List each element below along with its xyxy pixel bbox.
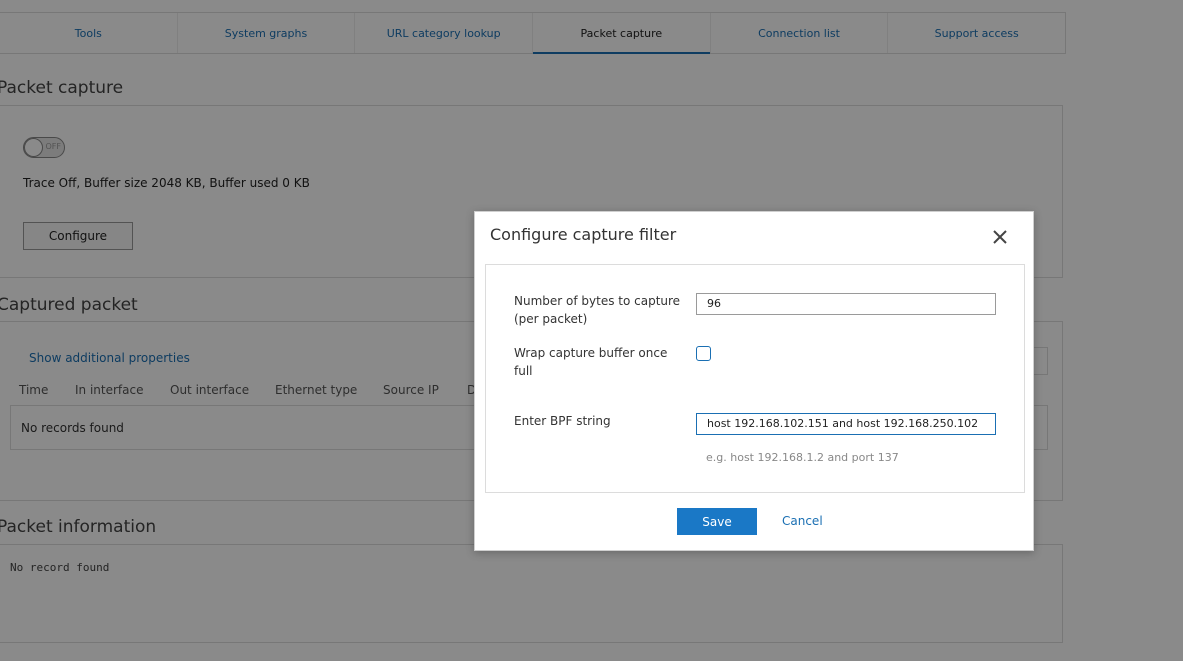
dialog-title: Configure capture filter bbox=[490, 225, 677, 244]
bytes-label-line2: (per packet) bbox=[514, 312, 588, 326]
bpf-input[interactable]: host 192.168.102.151 and host 192.168.25… bbox=[696, 413, 996, 435]
wrap-label-line1: Wrap capture buffer once bbox=[514, 346, 668, 360]
bytes-label-line1: Number of bytes to capture bbox=[514, 294, 681, 308]
bpf-label: Enter BPF string bbox=[514, 414, 611, 428]
wrap-label: Wrap capture buffer once full bbox=[514, 344, 667, 380]
save-button[interactable]: Save bbox=[677, 508, 757, 535]
wrap-buffer-checkbox[interactable] bbox=[696, 346, 711, 361]
cancel-button[interactable]: Cancel bbox=[782, 514, 823, 528]
wrap-label-line2: full bbox=[514, 364, 533, 378]
bpf-hint: e.g. host 192.168.1.2 and port 137 bbox=[706, 451, 899, 464]
close-icon[interactable] bbox=[991, 228, 1009, 246]
configure-capture-filter-dialog: Configure capture filter Number of bytes… bbox=[474, 211, 1034, 551]
bytes-label: Number of bytes to capture (per packet) bbox=[514, 292, 680, 328]
bytes-input[interactable]: 96 bbox=[696, 293, 996, 315]
